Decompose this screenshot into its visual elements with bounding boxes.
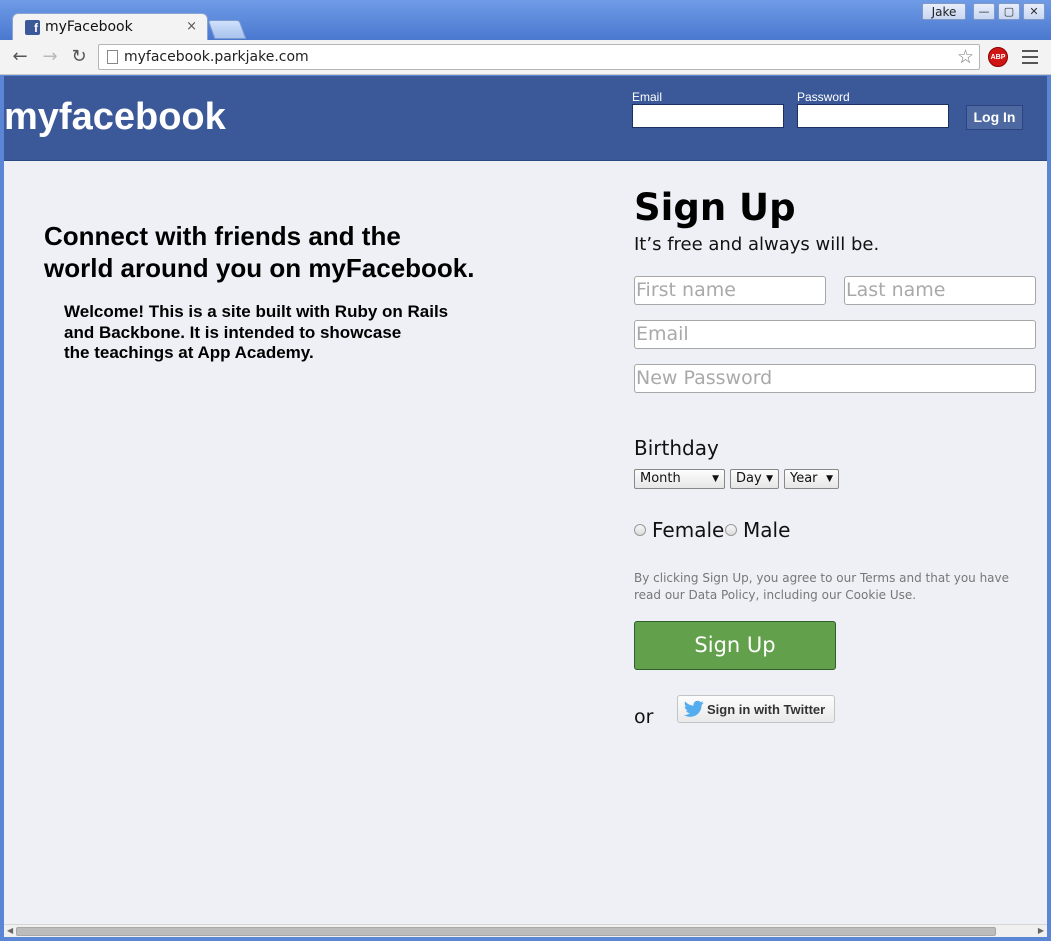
welcome-line-3: the teachings at App Academy.	[64, 343, 314, 362]
intro-headline: Connect with friends and the world aroun…	[44, 220, 524, 284]
login-password-input[interactable]	[797, 104, 949, 128]
login-password-label: Password	[797, 90, 850, 104]
site-header: myfacebook Email Password Log In	[4, 76, 1047, 161]
headline-line-2: world around you on myFacebook.	[44, 253, 475, 283]
terms-text: By clicking Sign Up, you agree to our Te…	[634, 570, 1014, 604]
address-bar[interactable]: myfacebook.parkjake.com ☆	[98, 44, 980, 70]
new-tab-button[interactable]	[207, 20, 247, 39]
female-label[interactable]: Female	[652, 518, 724, 542]
tab-close-icon[interactable]: ×	[186, 19, 197, 34]
tab-title: myFacebook	[45, 19, 133, 35]
female-radio[interactable]	[634, 524, 646, 536]
profile-user-badge[interactable]: Jake	[922, 3, 966, 20]
site-logo[interactable]: myfacebook	[4, 96, 226, 139]
twitter-label: Sign in with Twitter	[707, 702, 826, 717]
page-icon	[107, 50, 118, 64]
day-value: Day	[736, 471, 762, 486]
log-in-button[interactable]: Log In	[966, 105, 1023, 130]
browser-tab[interactable]: f myFacebook ×	[12, 13, 208, 40]
month-value: Month	[640, 471, 681, 486]
new-password-input[interactable]: New Password	[634, 364, 1036, 393]
url-text[interactable]: myfacebook.parkjake.com	[124, 49, 309, 65]
terms-line-1: By clicking Sign Up, you agree to our Te…	[634, 571, 1010, 585]
twitter-bird-icon	[684, 700, 704, 717]
signup-subtitle: It’s free and always will be.	[634, 234, 880, 255]
welcome-text: Welcome! This is a site built with Ruby …	[64, 302, 484, 364]
birthday-month-select[interactable]: Month ▼	[634, 469, 725, 489]
window-titlebar: f myFacebook × Jake — ▢ ✕	[0, 0, 1051, 40]
dropdown-arrow-icon: ▼	[826, 474, 833, 484]
forward-arrow-icon[interactable]: →	[38, 45, 62, 69]
bookmark-star-icon[interactable]: ☆	[957, 46, 974, 68]
facebook-favicon-icon: f	[25, 20, 40, 35]
dropdown-arrow-icon: ▼	[712, 474, 719, 484]
or-text: or	[634, 706, 654, 728]
menu-icon[interactable]	[1022, 46, 1038, 66]
signup-email-input[interactable]: Email	[634, 320, 1036, 349]
twitter-sign-in-button[interactable]: Sign in with Twitter	[677, 695, 835, 723]
horizontal-scrollbar[interactable]: ◀ ▶	[4, 924, 1047, 937]
page-content: myfacebook Email Password Log In Connect…	[4, 76, 1047, 924]
scroll-right-arrow-icon[interactable]: ▶	[1038, 926, 1044, 935]
scrollbar-thumb[interactable]	[16, 927, 996, 936]
welcome-line-2: and Backbone. It is intended to showcase	[64, 322, 402, 342]
login-email-input[interactable]	[632, 104, 784, 128]
scroll-left-arrow-icon[interactable]: ◀	[7, 926, 13, 935]
adblock-icon[interactable]: ABP	[988, 47, 1008, 67]
welcome-line-1: Welcome! This is a site built with Ruby …	[64, 302, 449, 321]
headline-line-1: Connect with friends and the	[44, 221, 401, 251]
birthday-label: Birthday	[634, 436, 719, 460]
login-email-label: Email	[632, 90, 663, 104]
reload-icon[interactable]: ↻	[67, 45, 91, 69]
close-window-button[interactable]: ✕	[1023, 3, 1045, 20]
first-name-input[interactable]: First name	[634, 276, 826, 305]
browser-toolbar: ← → ↻ myfacebook.parkjake.com ☆ ABP	[0, 40, 1051, 75]
birthday-day-select[interactable]: Day ▼	[730, 469, 779, 489]
male-radio[interactable]	[725, 524, 737, 536]
sign-up-button[interactable]: Sign Up	[634, 621, 836, 670]
birthday-year-select[interactable]: Year ▼	[784, 469, 839, 489]
male-label[interactable]: Male	[743, 518, 790, 542]
last-name-input[interactable]: Last name	[844, 276, 1036, 305]
year-value: Year	[790, 471, 818, 486]
dropdown-arrow-icon: ▼	[766, 474, 773, 484]
back-arrow-icon[interactable]: ←	[8, 45, 32, 69]
terms-line-2: read our Data Policy, including our Cook…	[634, 588, 917, 602]
minimize-button[interactable]: —	[973, 3, 995, 20]
signup-title: Sign Up	[634, 186, 796, 229]
maximize-button[interactable]: ▢	[998, 3, 1020, 20]
